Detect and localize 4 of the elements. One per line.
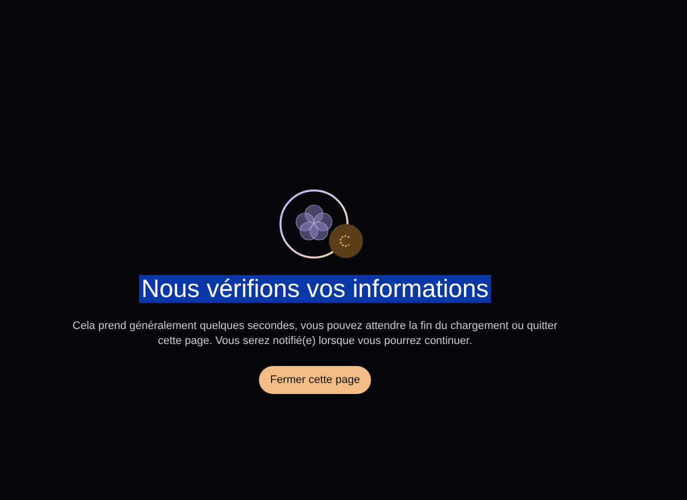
close-page-button[interactable]: Fermer cette page <box>259 366 371 394</box>
spinner-icon <box>329 224 363 258</box>
message-text: Cela prend généralement quelques secondes, vous pouvez attendre la fin du chargement ou quitter cette page. Vous serez notifié(e) lorsque vous pourrez continuer. <box>72 319 558 349</box>
heading: Nous vérifions vos informations <box>139 275 491 303</box>
